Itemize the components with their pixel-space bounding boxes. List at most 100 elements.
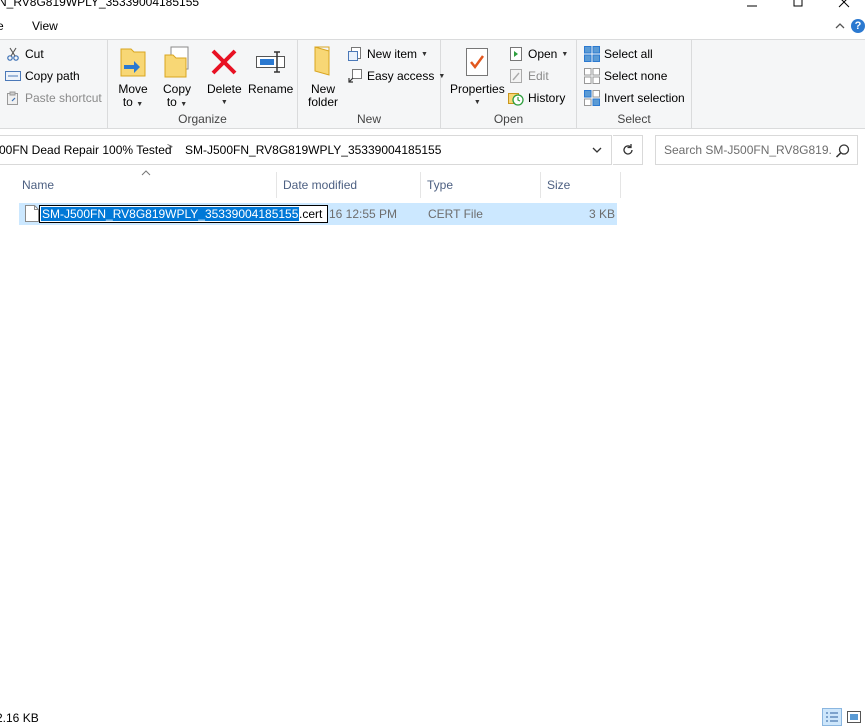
search-icon[interactable]: [835, 143, 851, 159]
copy-folder-icon: [160, 44, 194, 80]
copy-path-icon: [5, 68, 21, 84]
ribbon: Cut Copy path Paste shortcut Move to ▼ C…: [0, 39, 865, 129]
move-to-label-2: to: [122, 95, 133, 109]
edit-button[interactable]: Edit: [508, 66, 549, 86]
column-header-size[interactable]: Size: [547, 172, 620, 198]
history-button[interactable]: History: [508, 88, 565, 108]
properties-button[interactable]: Properties ▼: [450, 44, 505, 109]
column-divider[interactable]: [620, 172, 621, 198]
dropdown-arrow-icon: ▼: [180, 101, 188, 108]
help-icon[interactable]: ?: [851, 19, 865, 33]
status-bar: 2.16 KB: [0, 705, 865, 727]
new-item-button[interactable]: New item ▼: [347, 44, 428, 64]
delete-label: Delete: [207, 82, 242, 96]
chevron-down-icon[interactable]: [591, 144, 603, 156]
new-group-label: New: [356, 112, 381, 126]
column-type-label: Type: [427, 178, 454, 192]
collapse-ribbon-icon[interactable]: [835, 22, 845, 30]
window-title: N_RV8G819WPLY_35339004185155: [0, 0, 200, 9]
easy-access-label: Easy access: [367, 69, 435, 83]
new-folder-button[interactable]: New folder: [306, 44, 340, 109]
edit-label: Edit: [528, 69, 549, 83]
paste-shortcut-button[interactable]: Paste shortcut: [5, 88, 102, 108]
copy-path-label: Copy path: [25, 69, 80, 83]
close-window-button[interactable]: [821, 0, 865, 12]
column-header-type[interactable]: Type: [427, 172, 540, 198]
rename-extension-text: .cert: [299, 207, 323, 221]
ribbon-controls: ?: [829, 17, 865, 35]
tab-home[interactable]: e: [0, 19, 4, 33]
move-to-button[interactable]: Move to ▼: [116, 44, 150, 111]
clipboard-group: Cut Copy path Paste shortcut: [0, 40, 108, 129]
properties-label: Properties: [450, 82, 505, 96]
select-group: Select all Select none Invert selection …: [577, 40, 692, 129]
rename-label: Rename: [248, 82, 294, 96]
select-all-icon: [584, 46, 600, 62]
copy-to-label-2: to: [166, 95, 177, 109]
dropdown-arrow-icon: ▼: [136, 101, 144, 108]
cut-button[interactable]: Cut: [5, 44, 44, 64]
delete-button[interactable]: Delete ▼: [207, 44, 242, 109]
column-divider[interactable]: [420, 172, 421, 198]
close-icon: [838, 0, 850, 8]
file-icon: [25, 205, 39, 222]
file-size: 3 KB: [589, 207, 616, 221]
title-bar: N_RV8G819WPLY_35339004185155: [0, 0, 865, 12]
invert-selection-button[interactable]: Invert selection: [584, 88, 685, 108]
dropdown-arrow-icon: ▼: [421, 50, 428, 58]
column-header-name[interactable]: Name: [22, 172, 276, 198]
properties-icon: [460, 44, 494, 80]
refresh-button[interactable]: [613, 135, 643, 165]
organize-group: Move to ▼ Copy to ▼ Delete ▼ Rename Orga…: [108, 40, 298, 129]
select-all-label: Select all: [604, 47, 653, 61]
search-box[interactable]: [655, 135, 858, 165]
maximize-button[interactable]: [775, 0, 821, 12]
edit-icon: [508, 68, 524, 84]
select-none-label: Select none: [604, 69, 668, 83]
tab-view[interactable]: View: [32, 19, 58, 33]
column-size-label: Size: [547, 178, 571, 192]
column-header-date-modified[interactable]: Date modified: [283, 172, 420, 198]
chevron-right-icon[interactable]: >: [167, 142, 173, 153]
copy-path-button[interactable]: Copy path: [5, 66, 80, 86]
new-group: New folder New item ▼ Easy access ▼ New: [298, 40, 445, 129]
details-view-button[interactable]: [822, 708, 842, 726]
paste-shortcut-icon: [5, 90, 21, 106]
rename-input[interactable]: SM-J500FN_RV8G819WPLY_35339004185155 .ce…: [39, 205, 328, 223]
select-none-button[interactable]: Select none: [584, 66, 667, 86]
copy-to-button[interactable]: Copy to ▼: [160, 44, 194, 111]
column-divider[interactable]: [276, 172, 277, 198]
open-button[interactable]: Open ▼: [508, 44, 568, 64]
cut-label: Cut: [25, 47, 44, 61]
select-group-label: Select: [617, 112, 651, 126]
large-icons-view-button[interactable]: [844, 708, 864, 726]
history-label: History: [528, 91, 566, 105]
history-icon: [508, 90, 524, 106]
column-name-label: Name: [22, 178, 55, 192]
organize-group-label: Organize: [178, 112, 227, 126]
new-item-icon: [347, 46, 363, 62]
search-input[interactable]: [664, 143, 832, 157]
scissors-icon: [5, 46, 21, 62]
large-icons-view-icon: [847, 711, 861, 723]
easy-access-button[interactable]: Easy access ▼: [347, 66, 445, 86]
new-item-label: New item: [367, 47, 418, 61]
breadcrumb-current[interactable]: SM-J500FN_RV8G819WPLY_35339004185155: [185, 143, 441, 157]
minimize-button[interactable]: [729, 0, 775, 12]
column-date-label: Date modified: [283, 178, 358, 192]
paste-shortcut-label: Paste shortcut: [25, 91, 102, 105]
rename-button[interactable]: Rename: [248, 44, 293, 96]
address-bar[interactable]: 00FN Dead Repair 100% Tested > SM-J500FN…: [0, 135, 612, 165]
table-row[interactable]: SM-J500FN_RV8G819WPLY_35339004185155 .ce…: [19, 203, 617, 225]
invert-selection-icon: [584, 90, 600, 106]
refresh-icon: [622, 144, 633, 155]
open-icon: [508, 46, 524, 62]
ribbon-tabs: e View ?: [0, 13, 865, 39]
new-folder-label-2: folder: [307, 95, 339, 109]
dropdown-arrow-icon: ▼: [220, 99, 228, 106]
details-view-icon: [826, 712, 838, 722]
open-label: Open: [528, 47, 558, 61]
breadcrumb-parent[interactable]: 00FN Dead Repair 100% Tested: [0, 143, 172, 157]
select-all-button[interactable]: Select all: [584, 44, 653, 64]
column-divider[interactable]: [540, 172, 541, 198]
